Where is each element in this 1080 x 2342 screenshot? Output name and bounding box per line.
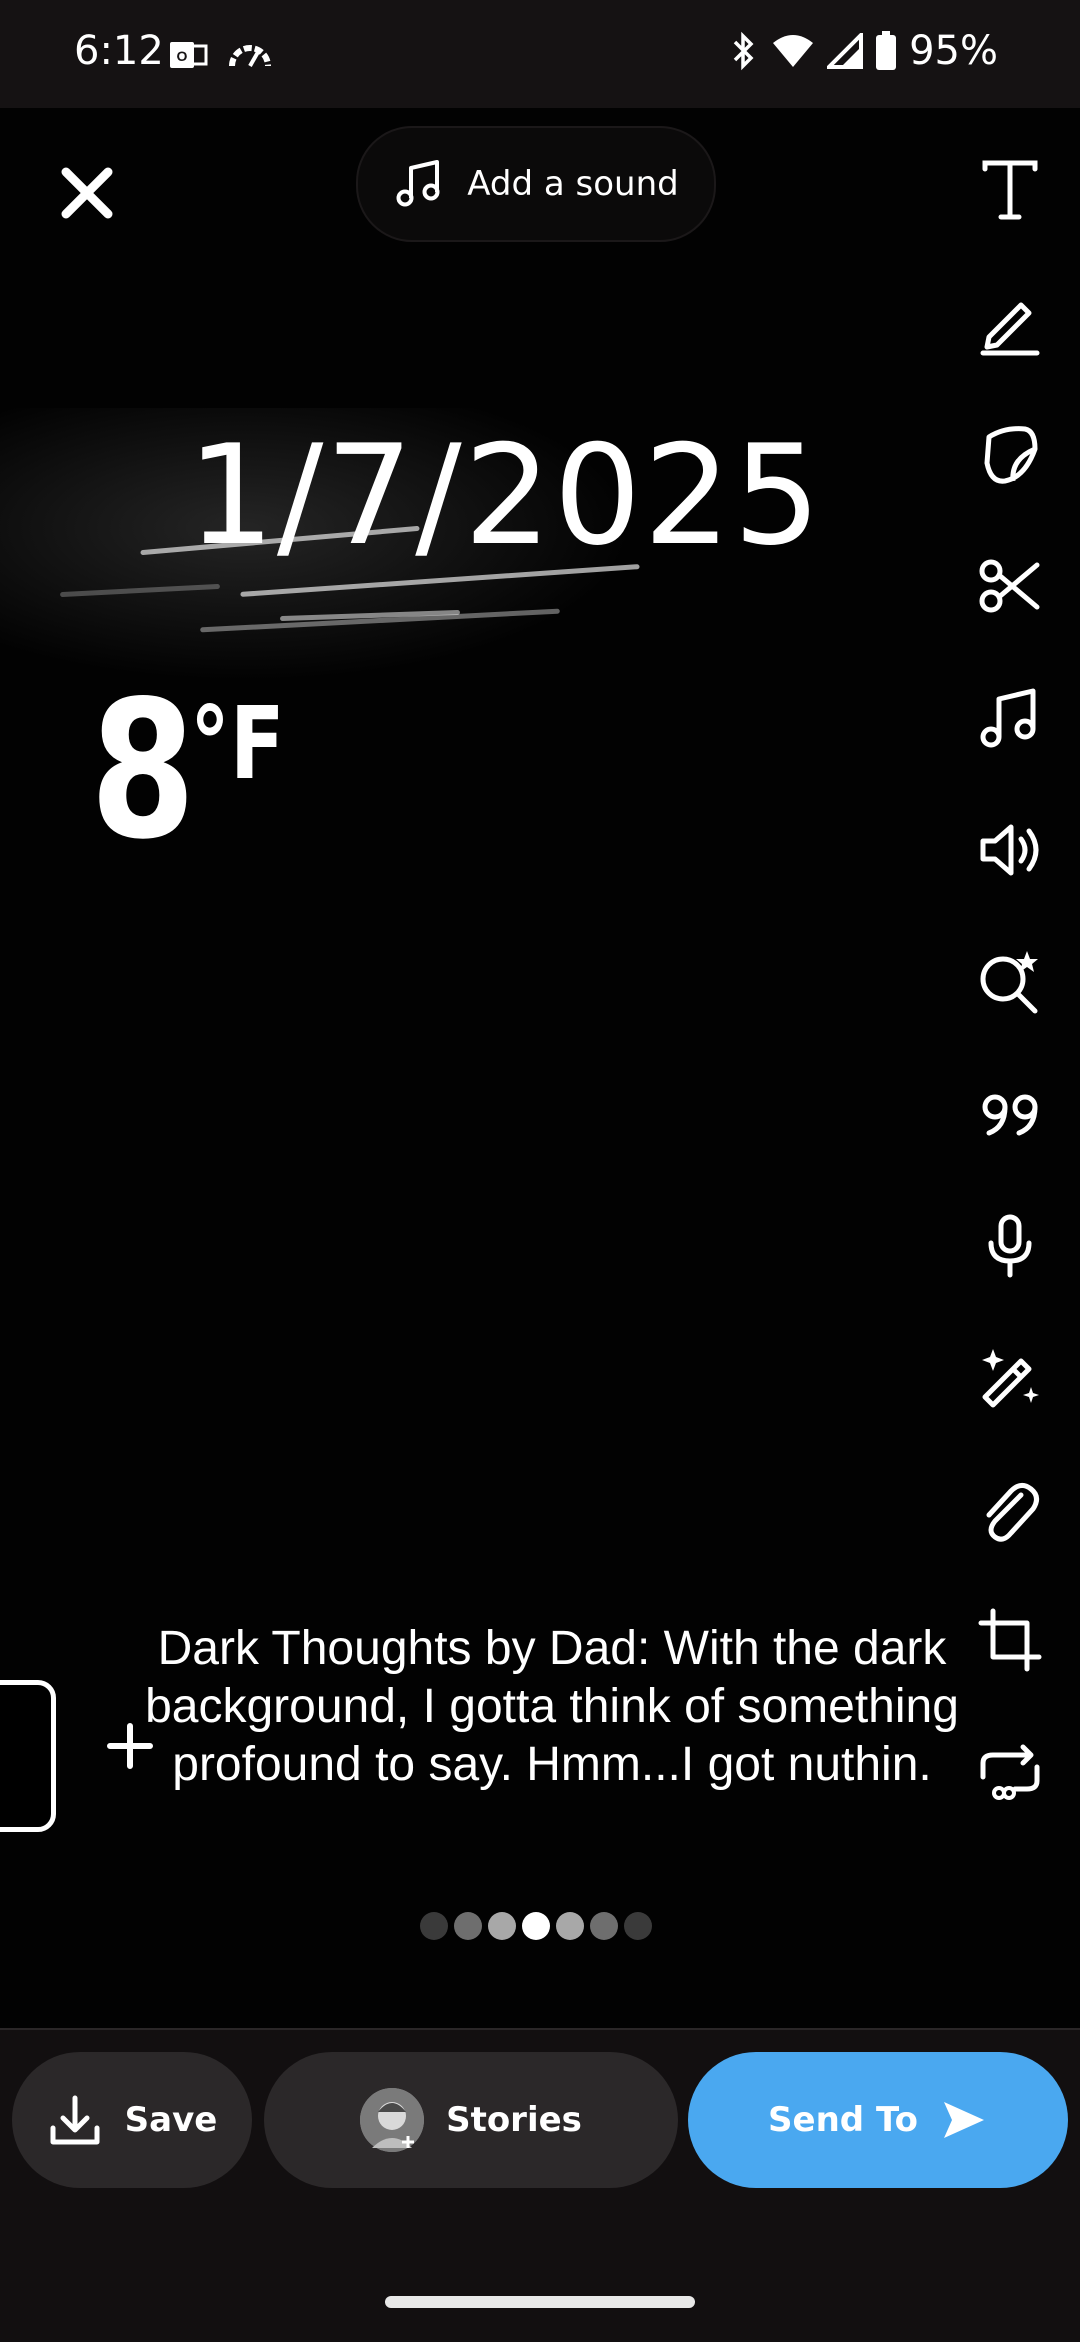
avatar (360, 2088, 425, 2152)
add-sound-label: Add a sound (467, 164, 679, 204)
outlook-icon: O (168, 38, 208, 72)
quote-icon (982, 1094, 1038, 1136)
sound-tool[interactable] (970, 810, 1050, 890)
lens-search-icon (980, 951, 1038, 1014)
stories-button[interactable]: Stories (264, 2052, 678, 2188)
add-snap-button[interactable] (106, 1722, 154, 1770)
microphone-icon (988, 1214, 1032, 1278)
page-dot-active (522, 1912, 550, 1940)
cell-signal-icon (827, 33, 864, 69)
quote-tool[interactable] (970, 1074, 1050, 1154)
plus-icon (107, 1723, 153, 1769)
page-dot (590, 1912, 618, 1940)
caption-text[interactable]: Dark Thoughts by Dad: With the dark back… (112, 1620, 992, 1794)
wifi-icon (771, 33, 815, 69)
paperclip-icon (986, 1483, 1039, 1542)
temperature-unit: °F (190, 685, 285, 802)
status-indicators: 95% (729, 28, 998, 74)
bitmoji-avatar-icon (360, 2088, 425, 2152)
battery-percent: 95% (909, 28, 998, 74)
magic-wand-icon (982, 1349, 1039, 1408)
temperature-value: 8 (90, 660, 196, 881)
page-indicator (420, 1912, 652, 1940)
close-icon (61, 167, 113, 219)
send-to-button[interactable]: Send To (688, 2052, 1068, 2188)
temperature-sticker[interactable]: 8 °F (90, 660, 285, 881)
page-dot (624, 1912, 652, 1940)
send-arrow-icon (943, 2102, 984, 2138)
close-button[interactable] (54, 160, 120, 226)
speedometer-icon (226, 38, 274, 70)
bluetooth-icon (729, 31, 759, 71)
magic-tool[interactable] (970, 1338, 1050, 1418)
music-icon (980, 688, 1036, 748)
status-bar: 6:12 O 95% (0, 0, 1080, 108)
page-dot (488, 1912, 516, 1940)
date-sticker[interactable]: 1/7/2025 (0, 415, 1010, 576)
voice-tool[interactable] (970, 1206, 1050, 1286)
status-time: 6:12 (74, 28, 164, 74)
page-dot (556, 1912, 584, 1940)
lens-search-tool[interactable] (970, 942, 1050, 1022)
snap-thumbnail[interactable] (0, 1680, 56, 1832)
save-label: Save (124, 2100, 218, 2140)
save-button[interactable]: Save (12, 2052, 252, 2188)
add-sound-button[interactable]: Add a sound (356, 126, 716, 242)
home-indicator[interactable] (385, 2296, 695, 2308)
speaker-icon (980, 824, 1039, 876)
download-icon (50, 2095, 100, 2145)
text-icon (982, 160, 1038, 220)
svg-text:O: O (177, 48, 188, 64)
battery-icon (875, 31, 897, 71)
page-dot (454, 1912, 482, 1940)
stories-label: Stories (446, 2100, 582, 2140)
music-tool[interactable] (970, 678, 1050, 758)
pencil-icon (980, 302, 1040, 356)
draw-tool[interactable] (970, 282, 1050, 362)
music-note-icon (396, 160, 440, 207)
page-dot (420, 1912, 448, 1940)
send-to-label: Send To (768, 2100, 918, 2140)
attachment-tool[interactable] (970, 1470, 1050, 1550)
text-tool[interactable] (970, 150, 1050, 230)
